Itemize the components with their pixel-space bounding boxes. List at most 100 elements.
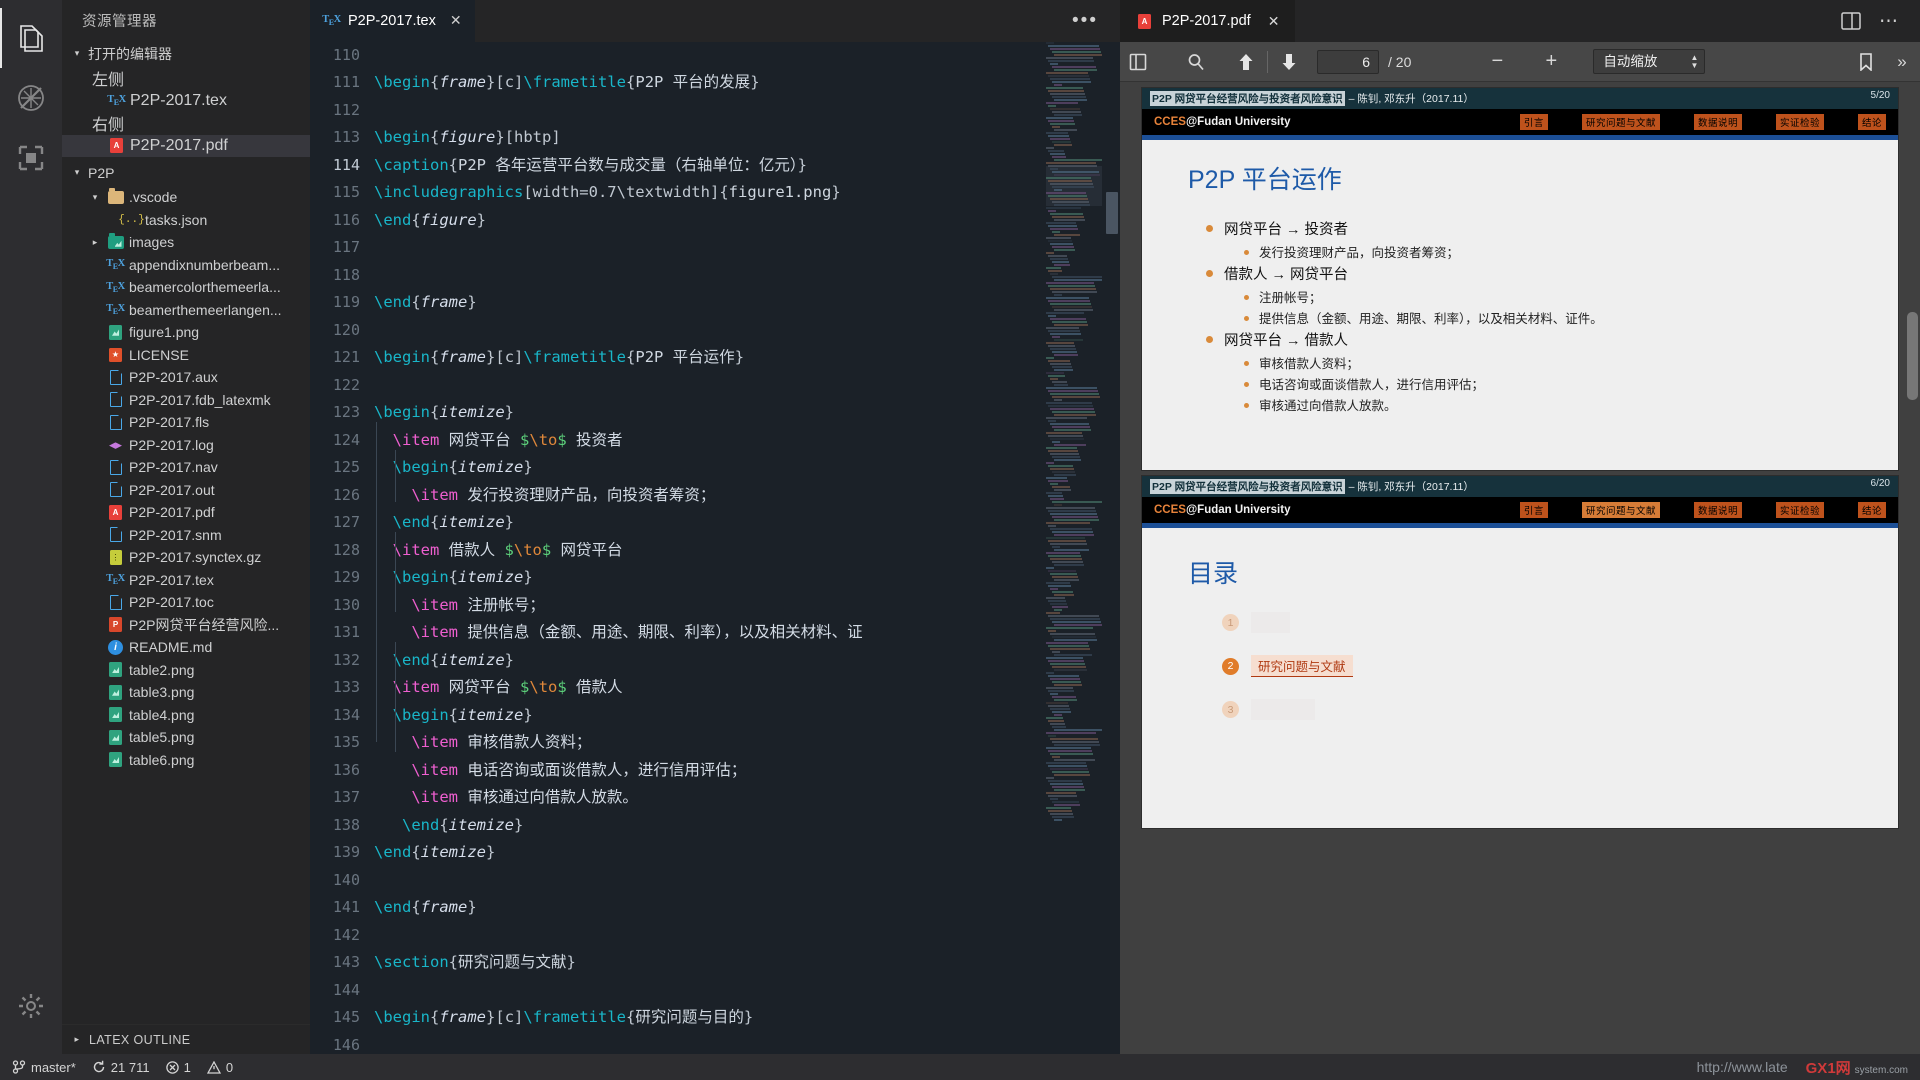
pdf-scrollbar[interactable]: [1907, 82, 1918, 1054]
code-line[interactable]: [374, 97, 1120, 125]
tab-p2p-pdf[interactable]: A P2P-2017.pdf ✕: [1120, 0, 1296, 42]
more-actions-icon[interactable]: •••: [1050, 0, 1120, 42]
code-line[interactable]: [374, 372, 1120, 400]
scrollbar-thumb[interactable]: [1106, 191, 1118, 234]
sidebar-toggle-icon[interactable]: [1120, 46, 1156, 78]
bookmark-icon[interactable]: [1848, 46, 1884, 78]
status-problems[interactable]: 1 0: [165, 1060, 233, 1075]
code-line[interactable]: \item 电话咨询或面谈借款人，进行信用评估；: [374, 757, 1120, 785]
code-line[interactable]: [374, 317, 1120, 345]
file-tree-row[interactable]: P2P-2017.fls: [62, 411, 310, 434]
slide-nav-item[interactable]: 引言: [1519, 502, 1548, 518]
file-tree-row[interactable]: ★ LICENSE: [62, 344, 310, 367]
code-line[interactable]: [374, 1032, 1120, 1054]
code-line[interactable]: [374, 262, 1120, 290]
slide-nav-item[interactable]: 结论: [1857, 502, 1886, 518]
code-line[interactable]: [374, 922, 1120, 950]
code-line[interactable]: \begin{itemize}: [374, 399, 1120, 427]
code-line[interactable]: \item 审核通过向借款人放款。: [374, 784, 1120, 812]
activity-explorer[interactable]: [0, 8, 62, 68]
code-line[interactable]: \item 审核借款人资料；: [374, 729, 1120, 757]
code-line[interactable]: \item 注册帐号；: [374, 592, 1120, 620]
code-line[interactable]: \end{itemize}: [374, 509, 1120, 537]
code-line[interactable]: [374, 234, 1120, 262]
code-line[interactable]: \item 提供信息（金额、用途、期限、利率），以及相关材料、证: [374, 619, 1120, 647]
file-tree-row[interactable]: A P2P-2017.pdf: [62, 501, 310, 524]
more-tools-icon[interactable]: »: [1884, 46, 1920, 78]
code-line[interactable]: \begin{frame}[c]\frametitle{P2P 平台运作}: [374, 344, 1120, 372]
file-tree-row[interactable]: table3.png: [62, 681, 310, 704]
close-icon[interactable]: ✕: [1268, 13, 1280, 30]
file-tree-row[interactable]: TEX P2P-2017.tex: [62, 569, 310, 592]
status-branch[interactable]: master*: [12, 1060, 76, 1075]
search-icon[interactable]: [1178, 46, 1214, 78]
pdf-page[interactable]: P2P 网贷平台经营风险与投资者风险意识 – 陈钊, 邓东升（2017.11） 5/…: [1142, 88, 1898, 470]
slide-nav-item[interactable]: 研究问题与文献: [1581, 114, 1660, 130]
file-tree-row[interactable]: P2P-2017.out: [62, 479, 310, 502]
code-line[interactable]: \begin{frame}[c]\frametitle{P2P 平台的发展}: [374, 69, 1120, 97]
code-line[interactable]: \section{研究问题与文献}: [374, 949, 1120, 977]
slide-nav-item[interactable]: 实证检验: [1775, 114, 1824, 130]
pdf-page[interactable]: P2P 网贷平台经营风险与投资者风险意识 – 陈钊, 邓东升（2017.11） 6/…: [1142, 476, 1898, 828]
code-line[interactable]: [374, 42, 1120, 70]
close-icon[interactable]: ✕: [450, 12, 462, 29]
file-tree-row[interactable]: .vscode: [62, 186, 310, 209]
code-line[interactable]: \end{itemize}: [374, 839, 1120, 867]
code-line[interactable]: [374, 867, 1120, 895]
code-line[interactable]: \begin{itemize}: [374, 454, 1120, 482]
more-actions-icon[interactable]: ⋯: [1879, 10, 1900, 33]
minimap[interactable]: [1046, 41, 1102, 1054]
slide-nav-item[interactable]: 数据说明: [1693, 502, 1742, 518]
code-line[interactable]: \end{itemize}: [374, 647, 1120, 675]
chevron-down-icon[interactable]: [88, 193, 102, 202]
code-content[interactable]: \begin{frame}[c]\frametitle{P2P 平台的发展} \b…: [374, 42, 1120, 1054]
tab-p2p-tex[interactable]: TEX P2P-2017.tex ✕: [310, 0, 475, 42]
code-line[interactable]: \item 发行投资理财产品，向投资者筹资；: [374, 482, 1120, 510]
file-tree-row[interactable]: ⋮ P2P-2017.synctex.gz: [62, 546, 310, 569]
file-tree-row[interactable]: TEX appendixnumberbeam...: [62, 254, 310, 277]
arrow-up-icon[interactable]: [1228, 46, 1264, 78]
file-tree-row[interactable]: P2P-2017.nav: [62, 456, 310, 479]
code-line[interactable]: \begin{itemize}: [374, 564, 1120, 592]
slide-nav-item[interactable]: 研究问题与文献: [1581, 502, 1660, 518]
code-line[interactable]: \item 网贷平台 $\to$ 借款人: [374, 674, 1120, 702]
zoom-out-button[interactable]: −: [1479, 46, 1515, 78]
toc-row[interactable]: 3 数据说明: [1222, 699, 1864, 720]
code-line[interactable]: \item 网贷平台 $\to$ 投资者: [374, 427, 1120, 455]
code-line[interactable]: \end{frame}: [374, 894, 1120, 922]
activity-settings[interactable]: [0, 976, 62, 1036]
open-editor-pdf[interactable]: A P2P-2017.pdf: [62, 134, 310, 157]
code-line[interactable]: \begin{itemize}: [374, 702, 1120, 730]
latex-outline-section[interactable]: LATEX OUTLINE: [62, 1024, 310, 1054]
code-line[interactable]: \includegraphics[width=0.7\textwidth]{fi…: [374, 179, 1120, 207]
file-tree-row[interactable]: P2P-2017.fdb_latexmk: [62, 389, 310, 412]
activity-source-control[interactable]: [0, 68, 62, 128]
code-line[interactable]: \caption{P2P 各年运营平台数与成交量（右轴单位：亿元）}: [374, 152, 1120, 180]
file-tree-row[interactable]: P2P-2017.snm: [62, 524, 310, 547]
file-tree-row[interactable]: TEX beamercolorthemeerla...: [62, 276, 310, 299]
file-tree-row[interactable]: table2.png: [62, 659, 310, 682]
file-tree-row[interactable]: table6.png: [62, 749, 310, 772]
file-tree-row[interactable]: i README.md: [62, 636, 310, 659]
slide-nav-item[interactable]: 引言: [1519, 114, 1548, 130]
split-editor-icon[interactable]: [1841, 12, 1861, 30]
code-line[interactable]: \begin{figure}[hbtp]: [374, 124, 1120, 152]
file-tree-row[interactable]: P P2P网贷平台经营风险...: [62, 614, 310, 637]
file-tree-row[interactable]: ◂▸ P2P-2017.log: [62, 434, 310, 457]
editor-scrollbar[interactable]: [1102, 42, 1120, 1054]
open-editor-tex[interactable]: TEX P2P-2017.tex: [62, 90, 310, 113]
status-sync[interactable]: 21 711: [92, 1060, 150, 1075]
chevron-right-icon[interactable]: [88, 238, 102, 247]
pdf-scrollbar-thumb[interactable]: [1907, 312, 1918, 400]
zoom-in-button[interactable]: +: [1533, 46, 1569, 78]
file-tree-row[interactable]: {..} tasks.json: [62, 209, 310, 232]
slide-nav-item[interactable]: 结论: [1857, 114, 1886, 130]
activity-extensions[interactable]: [0, 128, 62, 188]
code-line[interactable]: [374, 977, 1120, 1005]
toc-row[interactable]: 1 引言: [1222, 612, 1864, 633]
code-area[interactable]: 110 111 112 113 114 115 116 117 118 119 120 121 122 1…: [310, 41, 1120, 1054]
slide-nav-item[interactable]: 数据说明: [1693, 114, 1742, 130]
file-tree-row[interactable]: table5.png: [62, 726, 310, 749]
file-tree-row[interactable]: figure1.png: [62, 321, 310, 344]
code-line[interactable]: \end{itemize}: [374, 812, 1120, 840]
